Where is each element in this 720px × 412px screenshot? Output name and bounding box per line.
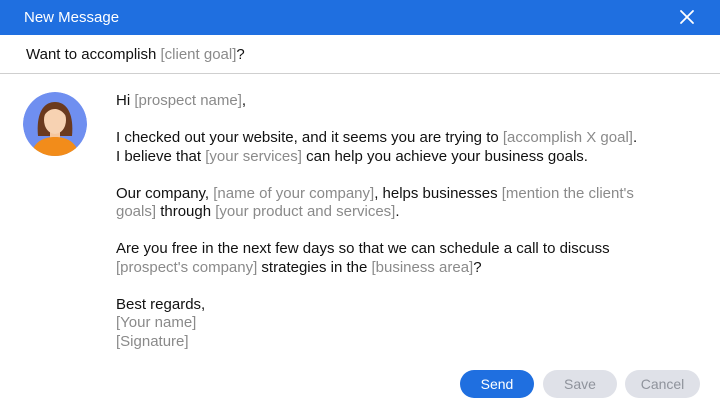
para2-text-2: , helps businesses (374, 184, 502, 202)
subject-text: Want to accomplish [client goal]? (26, 46, 245, 63)
services-placeholder: [your services] (205, 147, 302, 165)
title-bar: New Message (0, 0, 720, 35)
para3-text-1: Are you free in the next few days so tha… (116, 240, 610, 257)
close-icon[interactable] (678, 8, 696, 26)
compose-window: New Message Want to accomplish [client g… (0, 0, 720, 412)
greeting-comma: , (241, 92, 247, 109)
message-body[interactable]: Hi [prospect name], I checked out your w… (116, 92, 706, 351)
subject-prefix: Want to accomplish (26, 45, 161, 63)
prospect-name-placeholder: [prospect name] (134, 92, 242, 109)
cancel-button[interactable]: Cancel (625, 370, 700, 398)
greeting-line: Hi [prospect name], (116, 92, 706, 111)
business-area-placeholder: [business area] (371, 258, 474, 276)
user-avatar-icon (23, 92, 87, 156)
signoff: Best regards, [Your name] [Signature] (116, 296, 706, 352)
para1-text-3: can help you achieve your business goals… (301, 147, 588, 165)
para1-text-1: I checked out your website, and it seems… (116, 129, 503, 146)
paragraph-1: I checked out your website, and it seems… (116, 129, 706, 166)
save-button[interactable]: Save (543, 370, 617, 398)
subject-suffix: ? (236, 45, 245, 63)
send-button[interactable]: Send (460, 370, 534, 398)
your-name-placeholder: [Your name] (116, 314, 197, 331)
para3-text-3: ? (473, 258, 482, 276)
paragraph-2: Our company, [name of your company], hel… (116, 185, 706, 222)
greeting-text: Hi (116, 92, 135, 109)
para2-text-4: . (395, 203, 400, 220)
para2-text-3: through (156, 203, 216, 220)
prospect-company-placeholder: [prospect's company] (116, 258, 258, 276)
paragraph-3: Are you free in the next few days so tha… (116, 240, 706, 277)
company-name-placeholder: [name of your company] (213, 184, 375, 202)
para3-text-2: strategies in the (257, 258, 372, 276)
window-title: New Message (24, 9, 120, 26)
goal-placeholder: [accomplish X goal] (502, 129, 633, 146)
signature-placeholder: [Signature] (116, 332, 189, 350)
para2-text-1: Our company, (116, 184, 214, 202)
product-placeholder: [your product and services] (215, 203, 396, 220)
subject-field[interactable]: Want to accomplish [client goal]? (0, 35, 720, 74)
signoff-text: Best regards, (116, 295, 206, 313)
subject-placeholder: [client goal] (160, 45, 237, 63)
